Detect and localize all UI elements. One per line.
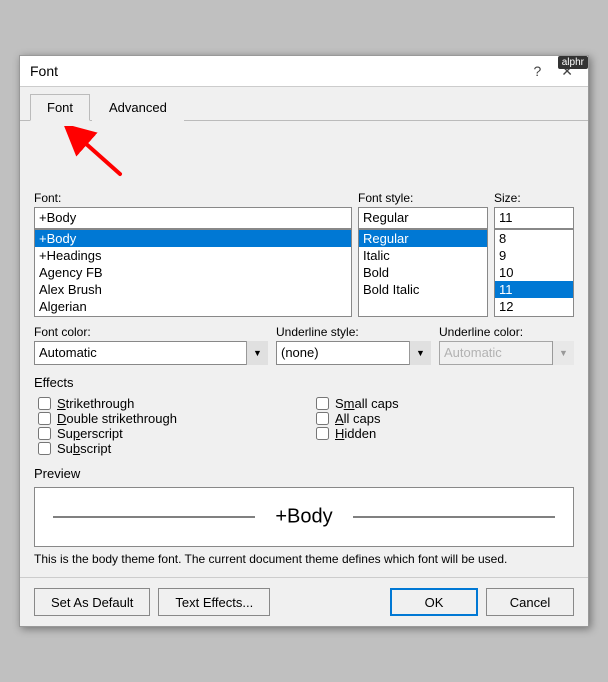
size-input[interactable]: [494, 207, 574, 229]
small-caps-checkbox[interactable]: [316, 397, 329, 410]
style-input[interactable]: [358, 207, 488, 229]
title-bar-left: Font: [30, 63, 58, 79]
font-color-select[interactable]: Automatic: [34, 341, 268, 365]
red-arrow-icon: [60, 126, 130, 184]
preview-section-label: Preview: [34, 466, 574, 481]
font-label: Font:: [34, 191, 352, 205]
small-caps-item: Small caps: [316, 396, 574, 411]
style-label: Font style:: [358, 191, 488, 205]
dialog-content: Font: +Body +Headings Agency FB Alex Bru…: [20, 181, 588, 578]
tab-font[interactable]: Font: [30, 94, 90, 121]
preview-description: This is the body theme font. The current…: [34, 551, 574, 568]
title-bar: Font ? ✕ alphr: [20, 56, 588, 87]
effects-left: Strikethrough Double strikethrough Super…: [38, 396, 296, 456]
subscript-checkbox[interactable]: [38, 442, 51, 455]
ok-button[interactable]: OK: [390, 588, 478, 616]
arrow-annotation-area: [30, 121, 578, 181]
style-list[interactable]: Regular Italic Bold Bold Italic: [358, 229, 488, 317]
double-strikethrough-checkbox[interactable]: [38, 412, 51, 425]
dialog-title: Font: [30, 63, 58, 79]
double-strikethrough-label: Double strikethrough: [57, 411, 177, 426]
list-item[interactable]: 8: [495, 230, 573, 247]
alphr-badge: alphr: [558, 56, 588, 69]
font-fields-row: Font: +Body +Headings Agency FB Alex Bru…: [34, 191, 574, 317]
list-item[interactable]: +Headings: [35, 247, 351, 264]
underline-color-select[interactable]: Automatic: [439, 341, 574, 365]
strikethrough-label: Strikethrough: [57, 396, 134, 411]
hidden-checkbox[interactable]: [316, 427, 329, 440]
list-item[interactable]: Agency FB: [35, 264, 351, 281]
superscript-item: Superscript: [38, 426, 296, 441]
list-item[interactable]: 12: [495, 298, 573, 315]
strikethrough-checkbox[interactable]: [38, 397, 51, 410]
underline-color-field: Underline color: Automatic ▼: [439, 325, 574, 365]
preview-right-line: [353, 516, 555, 517]
help-button[interactable]: ?: [528, 62, 546, 80]
hidden-label: Hidden: [335, 426, 376, 441]
dropdown-row: Font color: Automatic ▼ Underline style:…: [34, 325, 574, 365]
strikethrough-item: Strikethrough: [38, 396, 296, 411]
preview-section: Preview +Body This is the body theme fon…: [34, 466, 574, 568]
superscript-label: Superscript: [57, 426, 123, 441]
font-column: Font: +Body +Headings Agency FB Alex Bru…: [34, 191, 352, 317]
effects-section-label: Effects: [34, 375, 574, 390]
effects-grid: Strikethrough Double strikethrough Super…: [38, 396, 574, 456]
preview-box: +Body: [34, 487, 574, 547]
subscript-label: Subscript: [57, 441, 111, 456]
font-color-label: Font color:: [34, 325, 268, 339]
list-item[interactable]: Bold Italic: [359, 281, 487, 298]
list-item[interactable]: 10: [495, 264, 573, 281]
size-list[interactable]: 8 9 10 11 12: [494, 229, 574, 317]
double-strikethrough-item: Double strikethrough: [38, 411, 296, 426]
size-label: Size:: [494, 191, 574, 205]
underline-style-select-wrap: (none) ▼: [276, 341, 431, 365]
underline-style-field: Underline style: (none) ▼: [276, 325, 431, 365]
underline-color-select-wrap: Automatic ▼: [439, 341, 574, 365]
all-caps-checkbox[interactable]: [316, 412, 329, 425]
list-item[interactable]: Regular: [359, 230, 487, 247]
tab-bar: Font Advanced: [20, 87, 588, 121]
dialog-footer: Set As Default Text Effects... OK Cancel: [20, 577, 588, 626]
preview-left-line: [53, 516, 255, 517]
all-caps-item: All caps: [316, 411, 574, 426]
text-effects-button[interactable]: Text Effects...: [158, 588, 270, 616]
list-item[interactable]: Algerian: [35, 298, 351, 315]
all-caps-label: All caps: [335, 411, 381, 426]
size-column: Size: 8 9 10 11 12: [494, 191, 574, 317]
list-item[interactable]: Bold: [359, 264, 487, 281]
underline-style-label: Underline style:: [276, 325, 431, 339]
list-item[interactable]: +Body: [35, 230, 351, 247]
footer-left-buttons: Set As Default Text Effects...: [34, 588, 382, 616]
preview-text: +Body: [255, 505, 352, 528]
set-default-button[interactable]: Set As Default: [34, 588, 150, 616]
font-color-select-wrap: Automatic ▼: [34, 341, 268, 365]
hidden-item: Hidden: [316, 426, 574, 441]
list-item[interactable]: Italic: [359, 247, 487, 264]
font-dialog: Font ? ✕ alphr Font Advanced: [19, 55, 589, 628]
font-color-field: Font color: Automatic ▼: [34, 325, 268, 365]
effects-right: Small caps All caps Hidden: [316, 396, 574, 456]
preview-lines: +Body: [53, 505, 555, 528]
underline-color-label: Underline color:: [439, 325, 574, 339]
font-list[interactable]: +Body +Headings Agency FB Alex Brush Alg…: [34, 229, 352, 317]
subscript-item: Subscript: [38, 441, 296, 456]
font-input[interactable]: [34, 207, 352, 229]
tab-advanced[interactable]: Advanced: [92, 94, 184, 121]
list-item[interactable]: 9: [495, 247, 573, 264]
superscript-checkbox[interactable]: [38, 427, 51, 440]
small-caps-label: Small caps: [335, 396, 399, 411]
cancel-button[interactable]: Cancel: [486, 588, 574, 616]
list-item[interactable]: Alex Brush: [35, 281, 351, 298]
underline-style-select[interactable]: (none): [276, 341, 431, 365]
style-column: Font style: Regular Italic Bold Bold Ita…: [358, 191, 488, 317]
list-item[interactable]: 11: [495, 281, 573, 298]
